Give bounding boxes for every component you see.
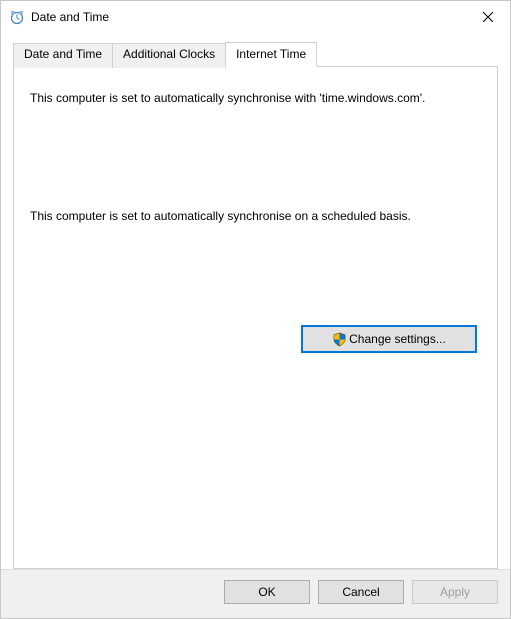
- change-settings-button[interactable]: Change settings...: [301, 325, 477, 353]
- cancel-button[interactable]: Cancel: [318, 580, 404, 604]
- close-icon: [483, 12, 493, 22]
- content-area: Date and Time Additional Clocks Internet…: [1, 33, 510, 569]
- apply-button: Apply: [412, 580, 498, 604]
- clock-icon: [9, 9, 25, 25]
- dialog-button-bar: OK Cancel Apply: [1, 569, 510, 618]
- window-title: Date and Time: [31, 10, 465, 24]
- change-settings-label: Change settings...: [349, 332, 446, 346]
- tab-additional-clocks[interactable]: Additional Clocks: [112, 43, 226, 68]
- uac-shield-icon: [332, 332, 347, 347]
- tab-internet-time[interactable]: Internet Time: [225, 42, 317, 67]
- ok-button[interactable]: OK: [224, 580, 310, 604]
- close-button[interactable]: [465, 2, 510, 32]
- internet-time-panel: This computer is set to automatically sy…: [13, 66, 498, 569]
- change-settings-row: Change settings...: [30, 325, 481, 353]
- titlebar: Date and Time: [1, 1, 510, 33]
- date-time-window: Date and Time Date and Time Additional C…: [0, 0, 511, 619]
- tab-strip: Date and Time Additional Clocks Internet…: [13, 41, 498, 66]
- sync-status-text: This computer is set to automatically sy…: [30, 89, 481, 107]
- schedule-status-text: This computer is set to automatically sy…: [30, 207, 481, 225]
- tab-date-and-time[interactable]: Date and Time: [13, 43, 113, 68]
